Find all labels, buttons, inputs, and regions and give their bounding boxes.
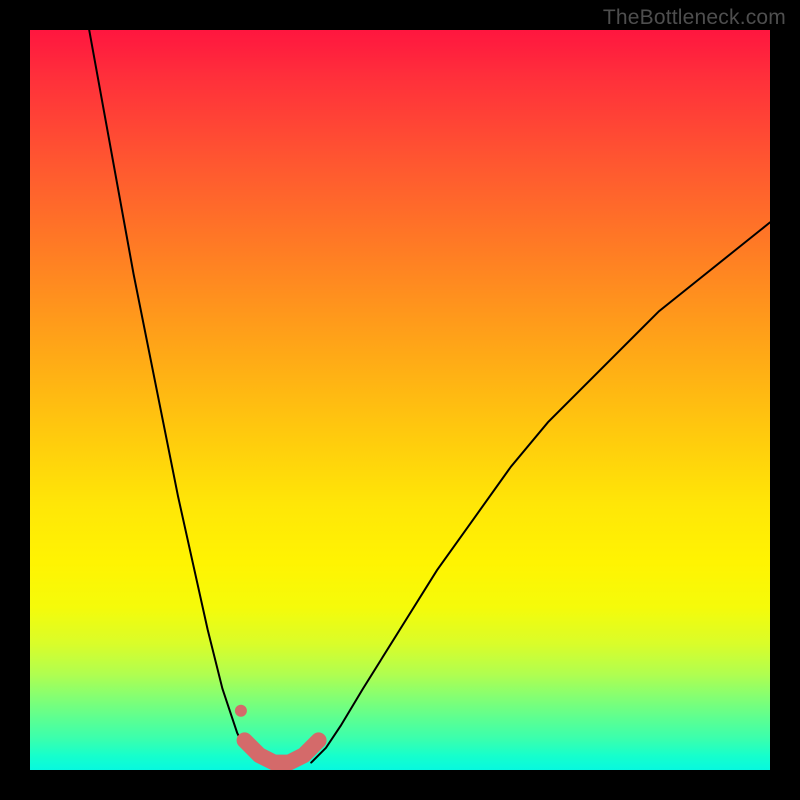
highlight-band [245, 740, 319, 762]
chart-frame: TheBottleneck.com [0, 0, 800, 800]
curve-left [89, 30, 259, 763]
curve-right [311, 222, 770, 762]
plot-area [30, 30, 770, 770]
watermark-text: TheBottleneck.com [603, 6, 786, 30]
highlight-dot [235, 705, 247, 717]
curves-svg [30, 30, 770, 770]
